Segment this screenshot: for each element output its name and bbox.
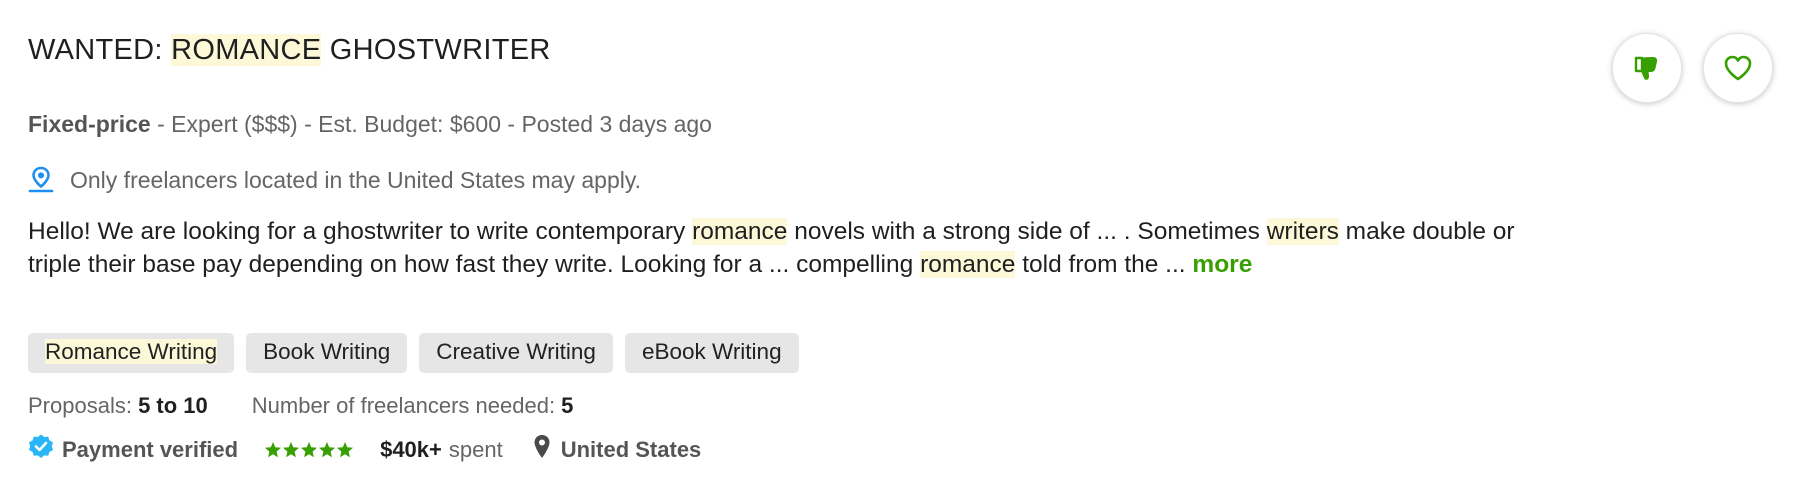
skill-tag-romance-writing[interactable]: Romance Writing (28, 333, 235, 373)
client-info: Payment verified $40k+ spent United Stat… (28, 434, 701, 466)
description-highlight: romance (920, 251, 1016, 278)
payment-verified-label: Payment verified (62, 437, 239, 462)
skill-tag-ebook-writing[interactable]: eBook Writing (624, 333, 799, 373)
client-rating (264, 441, 354, 459)
dislike-button[interactable] (1612, 33, 1682, 103)
client-spent-amount: $40k+ (380, 437, 442, 462)
location-requirement-text: Only freelancers located in the United S… (70, 166, 642, 193)
title-highlight: ROMANCE (171, 34, 322, 66)
rating-stars-icon (265, 442, 354, 458)
description-highlight: writers (1266, 218, 1339, 245)
skill-tag-book-writing[interactable]: Book Writing (246, 333, 408, 373)
freelancers-needed-label: Number of freelancers needed: (251, 393, 562, 418)
proposals-label: Proposals: (28, 393, 139, 418)
description-highlight: romance (692, 218, 788, 245)
client-country: United States (560, 437, 702, 462)
description-text: told from the ... (1015, 251, 1193, 278)
more-link[interactable]: more (1192, 251, 1252, 278)
title-text: WANTED: (28, 34, 172, 66)
job-meta: Fixed-price - Expert ($$$) - Est. Budget… (28, 111, 712, 138)
map-marker-icon (533, 434, 551, 466)
location-requirement: Only freelancers located in the United S… (28, 166, 641, 194)
thumbs-down-icon (1634, 56, 1658, 80)
skill-label: Romance Writing (45, 339, 218, 364)
skill-tag-creative-writing[interactable]: Creative Writing (419, 333, 613, 373)
description-text: novels with a strong side of ... . Somet… (787, 218, 1267, 245)
client-spent-label: spent (448, 437, 503, 462)
freelancers-needed-value: 5 (561, 393, 574, 418)
title-text-end: GHOSTWRITER (321, 34, 551, 66)
job-description: Hello! We are looking for a ghostwriter … (28, 215, 1528, 281)
heart-icon (1724, 55, 1752, 81)
skills-list: Romance Writing Book Writing Creative Wr… (28, 333, 811, 373)
job-details: - Expert ($$$) - Est. Budget: $600 - Pos… (150, 111, 712, 137)
save-job-button[interactable] (1703, 33, 1773, 103)
proposals-info: Proposals: 5 to 10 Number of freelancers … (28, 393, 573, 419)
verified-badge-icon (28, 434, 54, 466)
job-title[interactable]: WANTED: ROMANCE GHOSTWRITER (28, 34, 551, 67)
proposals-value: 5 to 10 (138, 393, 208, 418)
location-pin-icon (28, 166, 54, 194)
job-type: Fixed-price (28, 111, 151, 137)
description-text: Hello! We are looking for a ghostwriter … (28, 218, 693, 245)
